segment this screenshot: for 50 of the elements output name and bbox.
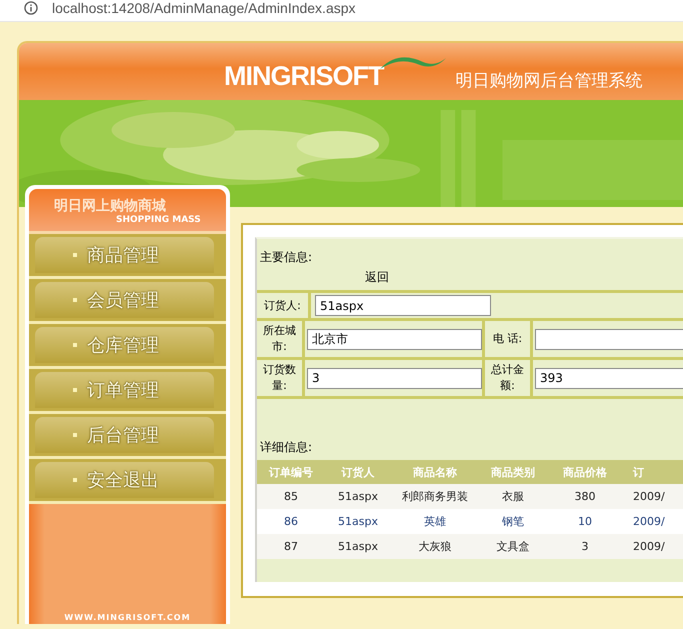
table-cell-text: 85 bbox=[283, 490, 299, 503]
bullet-icon bbox=[73, 343, 77, 347]
table-cell-text: 86 bbox=[283, 515, 299, 528]
bullet-icon bbox=[73, 478, 77, 482]
table-cell-text: 87 bbox=[283, 540, 299, 553]
bullet-icon bbox=[73, 388, 77, 392]
table-cell-text: 51aspx bbox=[337, 490, 379, 503]
shop-subtitle: SHOPPING MASS bbox=[116, 215, 201, 225]
input-field[interactable]: 北京市 bbox=[307, 328, 482, 350]
input-field[interactable]: 3 bbox=[307, 368, 482, 388]
table-cell-text: 3 bbox=[580, 540, 590, 553]
input-field[interactable]: 393 bbox=[535, 368, 683, 388]
table-row[interactable]: 85 51aspx 利郎商务男装 衣服 380 2009/ bbox=[257, 484, 683, 509]
column-header: 订货人 bbox=[340, 464, 376, 480]
footer-url: WWW.MINGRISOFT.COM bbox=[64, 613, 191, 622]
table-cell-text: 利郎商务男装 bbox=[401, 489, 469, 504]
table-cell-text: 51aspx bbox=[337, 540, 379, 553]
section-heading: 主要信息: bbox=[260, 249, 312, 266]
table-cell-text: 2009/ bbox=[632, 540, 666, 553]
back-link[interactable]: 返回 bbox=[365, 269, 389, 286]
table-cell-text: 英雄 bbox=[423, 514, 447, 529]
column-header: 商品价格 bbox=[562, 464, 608, 480]
table-cell-text: 10 bbox=[577, 515, 593, 528]
url-text: localhost:14208/AdminManage/AdminIndex.aspx bbox=[52, 0, 356, 16]
column-header: 订 bbox=[632, 464, 645, 480]
table-cell-text: 文具盒 bbox=[496, 539, 530, 554]
table-cell-text: 2009/ bbox=[632, 490, 666, 503]
bullet-icon bbox=[73, 298, 77, 302]
site-title: 明日购物网后台管理系统 bbox=[456, 70, 642, 92]
logo-text: MINGRISOFT bbox=[224, 61, 384, 92]
table-cell-text: 钢笔 bbox=[501, 514, 525, 529]
column-header: 订单编号 bbox=[268, 464, 314, 480]
shop-title: 明日网上购物商城 bbox=[54, 197, 166, 215]
bullet-icon bbox=[73, 253, 77, 257]
bullet-icon bbox=[73, 433, 77, 437]
table-row[interactable]: 87 51aspx 大灰狼 文具盒 3 2009/ bbox=[257, 534, 683, 559]
table-cell-text: 51aspx bbox=[337, 515, 379, 528]
table-cell-text: 2009/ bbox=[632, 515, 666, 528]
info-icon[interactable] bbox=[24, 0, 38, 14]
column-header: 商品名称 bbox=[412, 464, 458, 480]
column-header: 商品类别 bbox=[490, 464, 536, 480]
field-label: 订货人: bbox=[257, 293, 311, 318]
address-bar[interactable]: localhost:14208/AdminManage/AdminIndex.aspx bbox=[0, 0, 683, 22]
input-field[interactable]: 51aspx bbox=[315, 295, 491, 316]
table-cell-text: 大灰狼 bbox=[418, 539, 452, 554]
input-field[interactable] bbox=[535, 328, 683, 350]
table-cell-text: 衣服 bbox=[501, 489, 525, 504]
table-cell-text: 380 bbox=[574, 490, 596, 503]
table-row[interactable]: 86 51aspx 英雄 钢笔 10 2009/ bbox=[257, 509, 683, 534]
section-heading: 详细信息: bbox=[260, 439, 312, 456]
